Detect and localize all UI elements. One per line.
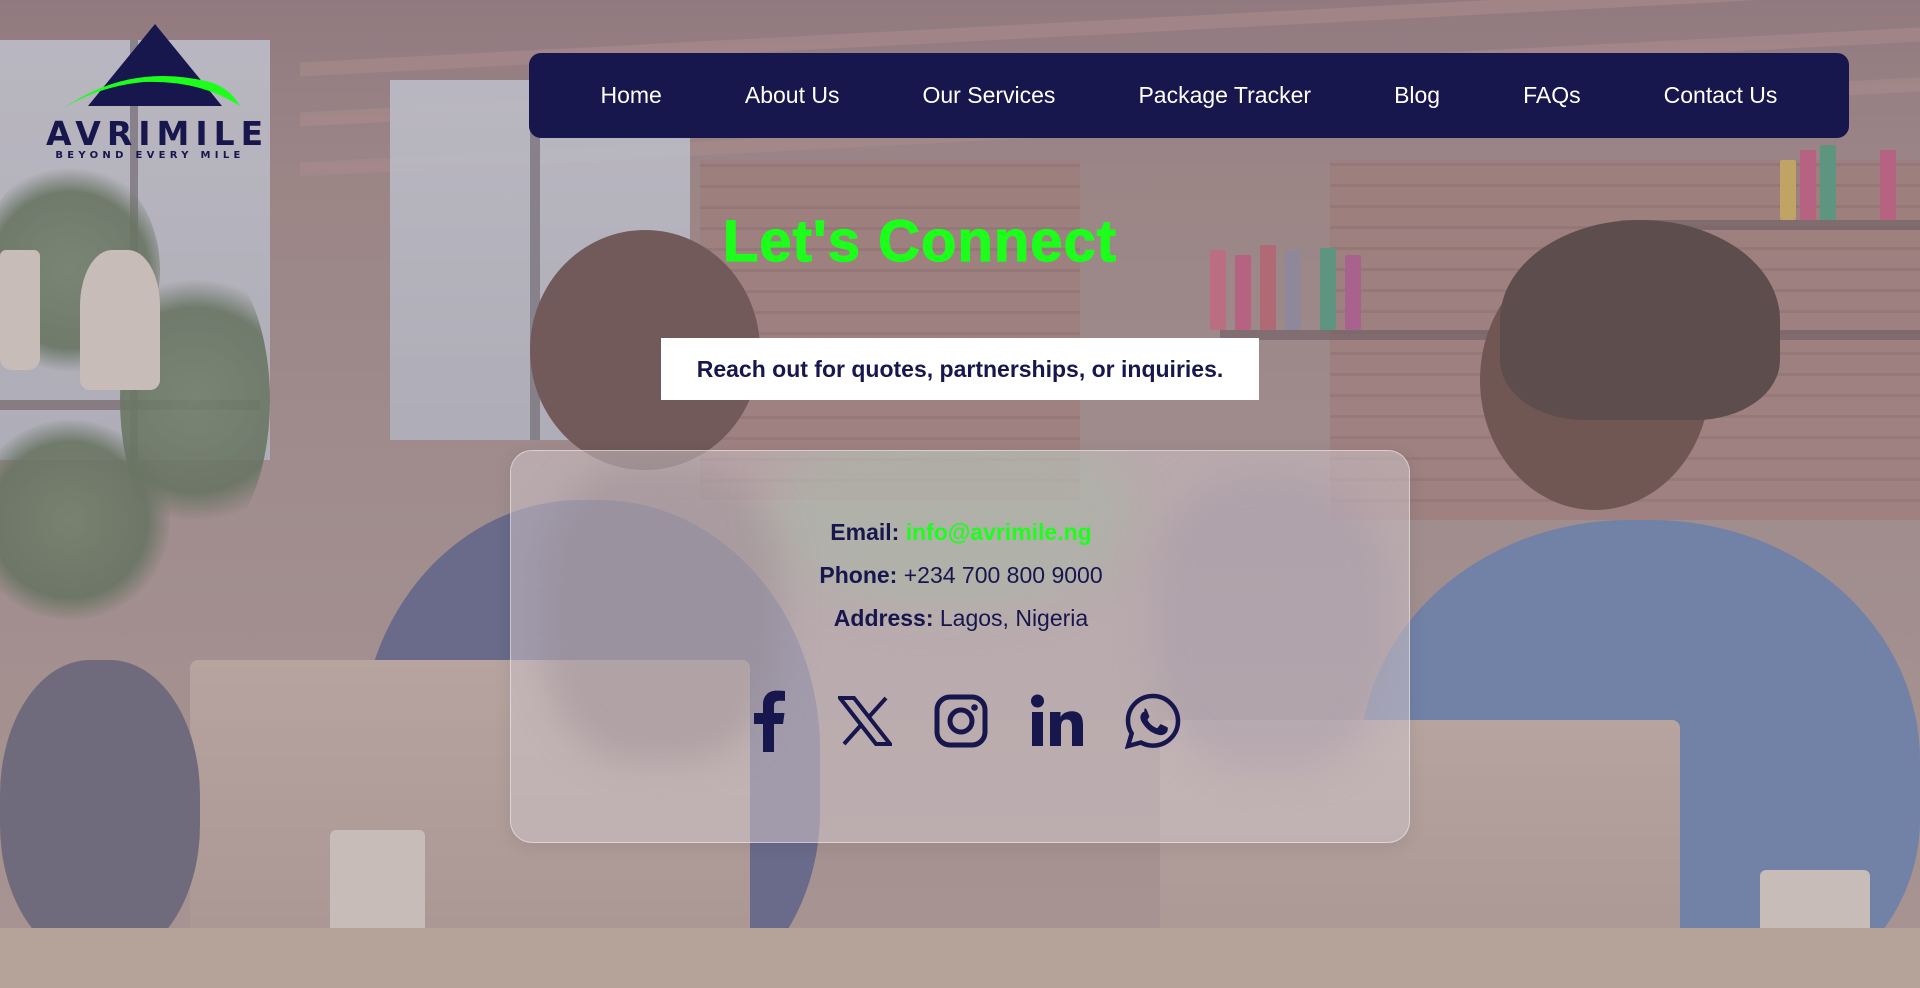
nav-blog[interactable]: Blog	[1394, 82, 1440, 109]
linkedin-icon[interactable]	[1029, 689, 1085, 753]
address-row: Address: Lagos, Nigeria	[511, 605, 1409, 632]
instagram-icon[interactable]	[933, 689, 989, 753]
nav-about-us[interactable]: About Us	[745, 82, 840, 109]
nav-our-services[interactable]: Our Services	[923, 82, 1056, 109]
nav-package-tracker[interactable]: Package Tracker	[1138, 82, 1311, 109]
facebook-icon[interactable]	[741, 689, 797, 753]
whatsapp-icon[interactable]	[1125, 689, 1181, 753]
logo-wordmark: AVRIMILE	[46, 114, 270, 153]
mountain-logo-icon	[64, 24, 240, 108]
phone-row: Phone: +234 700 800 9000	[511, 562, 1409, 589]
email-row: Email: info@avrimile.ng	[511, 519, 1409, 546]
site-logo[interactable]: AVRIMILE BEYOND EVERY MILE	[46, 22, 270, 162]
social-links	[511, 689, 1409, 753]
x-twitter-icon[interactable]	[837, 689, 893, 753]
phone-value: +234 700 800 9000	[903, 562, 1103, 588]
address-label: Address:	[833, 605, 934, 631]
page-title: Let's Connect	[722, 208, 1118, 274]
logo-tagline: BEYOND EVERY MILE	[55, 150, 245, 161]
contact-card: Email: info@avrimile.ng Phone: +234 700 …	[510, 450, 1410, 843]
nav-home[interactable]: Home	[601, 82, 662, 109]
page-subtitle: Reach out for quotes, partnerships, or i…	[661, 338, 1259, 400]
email-link[interactable]: info@avrimile.ng	[906, 519, 1092, 545]
main-navigation: Home About Us Our Services Package Track…	[529, 53, 1849, 138]
nav-contact-us[interactable]: Contact Us	[1664, 82, 1778, 109]
nav-faqs[interactable]: FAQs	[1523, 82, 1581, 109]
address-value: Lagos, Nigeria	[939, 605, 1089, 631]
phone-label: Phone:	[819, 562, 898, 588]
email-label: Email:	[830, 519, 900, 545]
